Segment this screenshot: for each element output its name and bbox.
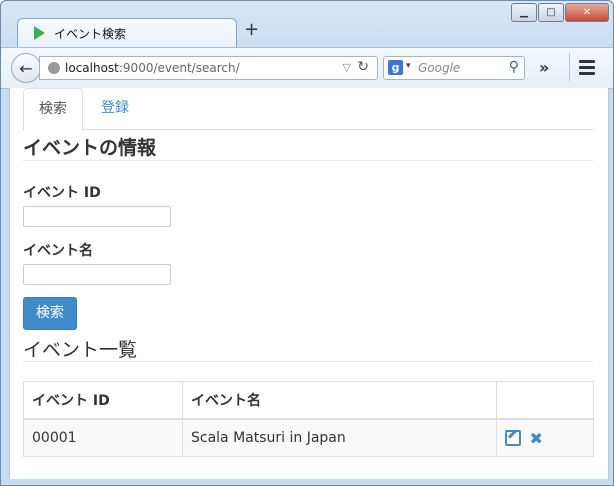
new-tab-button[interactable]: + xyxy=(244,21,259,39)
event-name-label: イベント名 xyxy=(23,243,93,259)
delete-icon[interactable]: ✖ xyxy=(529,429,542,448)
tab-register[interactable]: 登録 xyxy=(95,88,135,128)
column-header-event-name: イベント名 xyxy=(182,381,497,420)
cell-event-name: Scala Matsuri in Japan xyxy=(182,418,497,457)
maximize-icon: □ xyxy=(546,7,556,18)
page-tabs: 検索 登録 xyxy=(23,88,593,131)
play-icon xyxy=(34,26,45,40)
table-row: 00001 Scala Matsuri in Japan ✖ xyxy=(23,418,594,457)
search-bar[interactable]: g ▾ Google ⚲ xyxy=(383,56,525,80)
search-placeholder: Google xyxy=(418,61,461,75)
page-content: 検索 登録 イベントの情報 イベント ID イベント名 検索 イベント一覧 イベ… xyxy=(9,88,609,479)
reload-icon[interactable]: ↻ xyxy=(357,59,369,75)
info-heading: イベントの情報 xyxy=(23,133,593,161)
maximize-button[interactable]: □ xyxy=(538,3,564,22)
list-heading: イベント一覧 xyxy=(23,335,593,362)
back-button[interactable]: ← xyxy=(11,53,41,83)
globe-icon xyxy=(48,62,60,74)
close-window-button[interactable]: ✕ xyxy=(565,3,609,22)
table-header-row: イベント ID イベント名 xyxy=(23,381,594,420)
window-controls: ▁ □ ✕ xyxy=(511,3,609,22)
column-header-actions xyxy=(496,381,594,420)
browser-window: イベント検索 + ▁ □ ✕ ← localhost:9000/event/se… xyxy=(0,0,614,486)
back-arrow-icon: ← xyxy=(19,58,33,78)
navigation-toolbar: ← localhost:9000/event/search/ ▽ ↻ g ▾ G… xyxy=(1,47,613,89)
event-id-input[interactable] xyxy=(23,206,171,227)
edit-icon[interactable] xyxy=(505,429,521,446)
cell-actions: ✖ xyxy=(496,418,594,457)
google-icon[interactable]: g xyxy=(388,60,403,75)
tab-search[interactable]: 検索 xyxy=(23,88,83,131)
address-bar[interactable]: localhost:9000/event/search/ ▽ ↻ xyxy=(39,56,378,80)
history-dropdown-icon[interactable]: ▽ xyxy=(343,61,351,74)
column-header-event-id: イベント ID xyxy=(23,381,183,420)
search-button[interactable]: 検索 xyxy=(23,297,77,330)
event-table: イベント ID イベント名 00001 Scala Matsuri in Jap… xyxy=(23,381,594,457)
hamburger-menu-icon[interactable] xyxy=(569,53,601,81)
engine-dropdown-icon[interactable]: ▾ xyxy=(406,61,411,71)
url-host: localhost xyxy=(65,61,119,75)
url-path: :9000/event/search/ xyxy=(118,61,240,75)
event-name-input[interactable] xyxy=(23,264,171,285)
minimize-button[interactable]: ▁ xyxy=(511,3,537,22)
title-bar: イベント検索 + ▁ □ ✕ xyxy=(1,1,613,47)
url-text: localhost:9000/event/search/ xyxy=(65,61,240,75)
event-id-label: イベント ID xyxy=(23,185,101,201)
minimize-icon: ▁ xyxy=(520,7,528,18)
browser-tab[interactable]: イベント検索 xyxy=(17,18,237,47)
overflow-chevron-icon[interactable]: » xyxy=(539,58,549,77)
search-icon[interactable]: ⚲ xyxy=(509,59,519,75)
cell-event-id: 00001 xyxy=(23,418,183,457)
tab-title: イベント検索 xyxy=(54,27,127,41)
close-icon: ✕ xyxy=(582,7,592,18)
